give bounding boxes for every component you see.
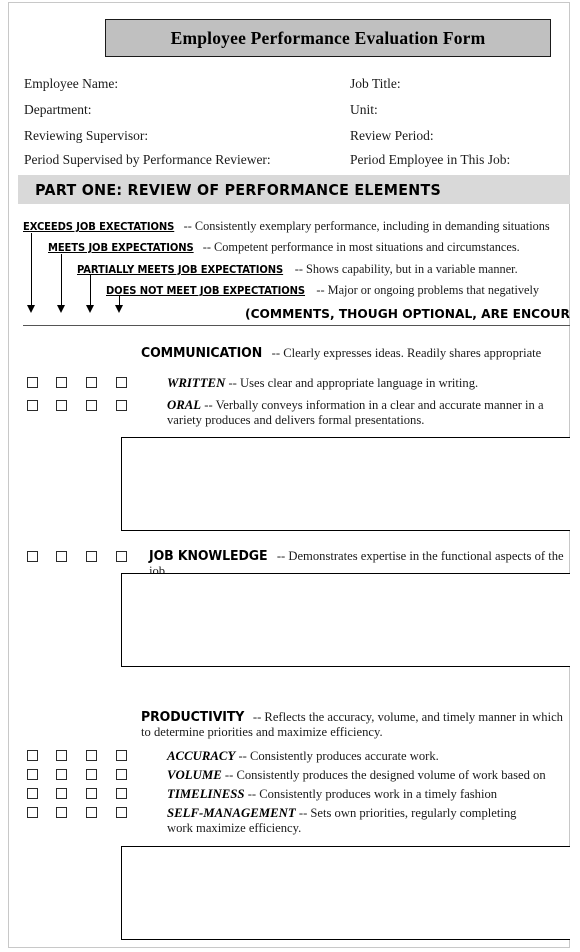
checkbox-oral-exceeds[interactable]	[27, 400, 38, 411]
sub-item-name-self-management: SELF-MANAGEMENT	[167, 806, 296, 820]
rating-scale-does-not-meet-description: -- Major or ongoing problems that negati…	[316, 283, 540, 297]
comment-box-productivity[interactable]	[121, 846, 570, 940]
checkbox-self-management-partially-meets[interactable]	[86, 807, 97, 818]
checkbox-self-management-meets[interactable]	[56, 807, 67, 818]
section-heading-productivity: PRODUCTIVITY -- Reflects the accuracy, v…	[141, 710, 570, 740]
checkbox-written-meets[interactable]	[56, 377, 67, 388]
sub-item-description-oral: -- Verbally conveys information in a cle…	[167, 398, 544, 427]
sub-item-oral: ORAL -- Verbally conveys information in …	[167, 398, 570, 428]
sub-item-name-timeliness: TIMELINESS	[167, 787, 245, 801]
sub-item-timeliness: TIMELINESS -- Consistently produces work…	[167, 787, 570, 802]
checkbox-oral-meets[interactable]	[56, 400, 67, 411]
form-title-bar: Employee Performance Evaluation Form	[105, 19, 551, 57]
checkbox-timeliness-partially-meets[interactable]	[86, 788, 97, 799]
rating-scale-does-not-meet: DOES NOT MEET JOB EXPECTATIONS -- Major …	[106, 283, 539, 298]
part-one-banner-text: PART ONE: REVIEW OF PERFORMANCE ELEMENTS	[35, 180, 442, 199]
sub-item-written: WRITTEN -- Uses clear and appropriate la…	[167, 376, 570, 391]
sub-item-name-written: WRITTEN	[167, 376, 226, 390]
checkbox-oral-does-not-meet[interactable]	[116, 400, 127, 411]
rating-scale-meets-description: -- Competent performance in most situati…	[202, 240, 520, 254]
rating-arrow-head-3	[86, 305, 94, 313]
rating-arrow-shaft-1	[31, 233, 32, 307]
checkbox-accuracy-does-not-meet[interactable]	[116, 750, 127, 761]
part-one-banner: PART ONE: REVIEW OF PERFORMANCE ELEMENTS	[18, 175, 570, 204]
sub-item-self-management: SELF-MANAGEMENT -- Sets own priorities, …	[167, 806, 537, 836]
sub-item-name-volume: VOLUME	[167, 768, 222, 782]
checkbox-self-management-does-not-meet[interactable]	[116, 807, 127, 818]
field-period-employee-in-job: Period Employee in This Job:	[350, 152, 511, 167]
sub-item-description-timeliness: -- Consistently produces work in a timel…	[247, 787, 498, 801]
section-divider-rule	[23, 325, 570, 326]
rating-scale-partially-meets: PARTIALLY MEETS JOB EXPECTATIONS -- Show…	[77, 262, 518, 277]
checkbox-volume-meets[interactable]	[56, 769, 67, 780]
comment-box-job-knowledge[interactable]	[121, 573, 570, 667]
checkbox-timeliness-meets[interactable]	[56, 788, 67, 799]
rating-arrow-shaft-3	[90, 275, 91, 307]
rating-scale-partially-meets-description: -- Shows capability, but in a variable m…	[294, 262, 518, 276]
checkbox-job-knowledge-does-not-meet[interactable]	[116, 551, 127, 562]
checkbox-volume-exceeds[interactable]	[27, 769, 38, 780]
comments-encouraged-note: (COMMENTS, THOUGH OPTIONAL, ARE ENCOURAG…	[245, 306, 570, 321]
field-department: Department:	[24, 102, 92, 117]
section-heading-communication: COMMUNICATION -- Clearly expresses ideas…	[141, 346, 570, 361]
page-title: Employee Performance Evaluation Form	[170, 27, 486, 48]
field-reviewing-supervisor: Reviewing Supervisor:	[24, 128, 149, 143]
section-name-productivity: PRODUCTIVITY	[141, 710, 245, 725]
section-description-communication: -- Clearly expresses ideas. Readily shar…	[271, 346, 542, 360]
checkbox-written-exceeds[interactable]	[27, 377, 38, 388]
field-review-period: Review Period:	[350, 128, 434, 143]
sub-item-description-accuracy: -- Consistently produces accurate work.	[238, 749, 439, 763]
rating-scale-partially-meets-label: PARTIALLY MEETS JOB EXPECTATIONS	[77, 264, 284, 276]
section-name-communication: COMMUNICATION	[141, 346, 263, 361]
field-job-title: Job Title:	[350, 76, 401, 91]
field-unit: Unit:	[350, 102, 378, 117]
rating-scale-exceeds-label: EXCEEDS JOB EXECTATIONS	[23, 221, 175, 233]
sub-item-description-volume: -- Consistently produces the designed vo…	[224, 768, 546, 782]
sub-item-volume: VOLUME -- Consistently produces the desi…	[167, 768, 570, 783]
rating-arrow-head-1	[27, 305, 35, 313]
evaluation-form-page: Employee Performance Evaluation Form Emp…	[0, 0, 580, 952]
rating-scale-meets: MEETS JOB EXPECTATIONS -- Competent perf…	[48, 240, 520, 255]
sub-item-accuracy: ACCURACY -- Consistently produces accura…	[167, 749, 570, 764]
checkbox-self-management-exceeds[interactable]	[27, 807, 38, 818]
checkbox-accuracy-partially-meets[interactable]	[86, 750, 97, 761]
rating-scale-exceeds: EXCEEDS JOB EXECTATIONS -- Consistently …	[23, 219, 550, 234]
field-employee-name: Employee Name:	[24, 76, 119, 91]
checkbox-accuracy-meets[interactable]	[56, 750, 67, 761]
checkbox-job-knowledge-meets[interactable]	[56, 551, 67, 562]
sub-item-description-written: -- Uses clear and appropriate language i…	[228, 376, 479, 390]
checkbox-volume-partially-meets[interactable]	[86, 769, 97, 780]
checkbox-timeliness-does-not-meet[interactable]	[116, 788, 127, 799]
comment-box-communication[interactable]	[121, 437, 570, 531]
checkbox-job-knowledge-exceeds[interactable]	[27, 551, 38, 562]
rating-scale-does-not-meet-label: DOES NOT MEET JOB EXPECTATIONS	[106, 285, 306, 297]
page-content-clip: Employee Performance Evaluation Form Emp…	[9, 3, 570, 948]
checkbox-volume-does-not-meet[interactable]	[116, 769, 127, 780]
checkbox-accuracy-exceeds[interactable]	[27, 750, 38, 761]
rating-arrow-shaft-2	[61, 254, 62, 307]
rating-scale-meets-label: MEETS JOB EXPECTATIONS	[48, 242, 194, 254]
checkbox-written-partially-meets[interactable]	[86, 377, 97, 388]
rating-arrow-head-4	[115, 305, 123, 313]
field-period-supervised: Period Supervised by Performance Reviewe…	[24, 152, 271, 167]
checkbox-oral-partially-meets[interactable]	[86, 400, 97, 411]
rating-arrow-head-2	[57, 305, 65, 313]
checkbox-job-knowledge-partially-meets[interactable]	[86, 551, 97, 562]
sub-item-name-accuracy: ACCURACY	[167, 749, 236, 763]
checkbox-timeliness-exceeds[interactable]	[27, 788, 38, 799]
checkbox-written-does-not-meet[interactable]	[116, 377, 127, 388]
section-name-job-knowledge: JOB KNOWLEDGE	[149, 549, 268, 564]
rating-scale-exceeds-description: -- Consistently exemplary performance, i…	[183, 219, 550, 233]
sub-item-name-oral: ORAL	[167, 398, 202, 412]
